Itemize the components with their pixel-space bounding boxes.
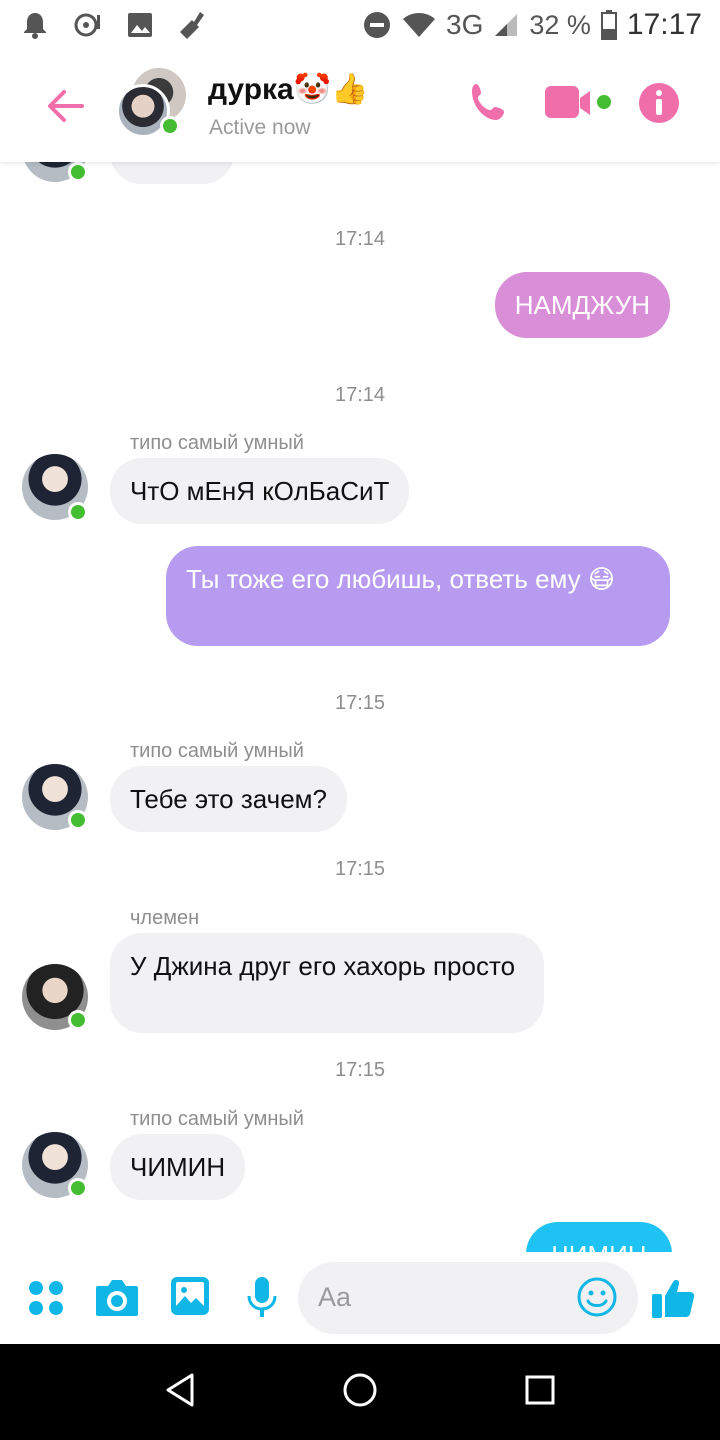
active-status: Active now [209,116,311,139]
online-indicator [68,1010,88,1030]
conversation-title[interactable]: дурка🤡👍 [208,72,368,107]
battery-icon [600,10,617,40]
media-icon [74,13,100,37]
sender-name: типо самый умный [130,432,304,454]
gallery-icon [128,13,152,37]
back-arrow-icon[interactable] [42,82,90,130]
info-icon[interactable] [638,80,680,126]
message-list[interactable]: 17:14 НАМДЖУН 17:14 типо самый умный ЧтО… [0,162,720,1252]
online-indicator [160,116,180,136]
network-type: 3G [446,9,484,40]
message-bubble-outgoing[interactable]: Ты тоже его любишь, ответь ему 😷 [166,546,670,646]
like-thumbs-up-icon[interactable] [650,1274,698,1322]
message-bubble-outgoing[interactable]: НАМДЖУН [494,272,670,338]
timestamp: 17:14 [334,228,386,250]
sender-name: типо самый умный [130,740,304,762]
message-composer: Aa [0,1252,720,1344]
more-actions-icon[interactable] [28,1280,64,1316]
message-bubble-partial [110,162,234,184]
nav-back-icon[interactable] [164,1372,196,1408]
message-bubble-outgoing[interactable]: ЧИМИН [526,1222,672,1252]
camera-icon[interactable] [94,1278,140,1318]
message-bubble-incoming[interactable]: Тебе это зачем? [110,766,348,832]
nav-home-icon[interactable] [342,1372,378,1408]
timestamp: 17:15 [334,858,386,880]
online-indicator [68,810,88,830]
timestamp: 17:15 [334,1059,386,1081]
online-indicator [68,1178,88,1198]
do-not-disturb-icon [364,12,391,38]
sender-name: типо самый умный [130,1108,304,1130]
emoji-icon[interactable] [576,1276,618,1318]
message-bubble-incoming[interactable]: ЧтО мЕнЯ кОлБаСиТ [110,458,410,524]
system-navigation-bar [0,1344,720,1440]
notification-bell-icon [24,13,46,39]
online-indicator [68,162,88,182]
message-bubble-incoming[interactable]: У Джина друг его хахорь просто [110,933,544,1033]
sender-name: члемен [130,907,200,929]
group-avatar[interactable] [116,68,188,140]
battery-percent: 32 % [529,9,591,40]
cleaner-icon [180,12,204,39]
message-input[interactable]: Aa [298,1262,638,1334]
status-bar: 3G 32 % 17:17 [0,0,720,50]
conversation-header: дурка🤡👍 Active now [0,50,720,162]
input-placeholder: Aa [318,1282,352,1312]
phone-call-icon[interactable] [466,80,512,126]
timestamp: 17:14 [334,384,386,406]
timestamp: 17:15 [334,692,386,714]
message-bubble-incoming[interactable]: ЧИМИН [110,1134,246,1200]
microphone-icon[interactable] [246,1276,278,1320]
nav-recents-icon[interactable] [524,1372,556,1408]
clock: 17:17 [626,8,702,41]
signal-icon [495,14,518,36]
gallery-icon[interactable] [170,1276,210,1316]
wifi-icon [403,13,436,37]
video-call-icon[interactable] [544,80,614,126]
online-indicator [68,502,88,522]
